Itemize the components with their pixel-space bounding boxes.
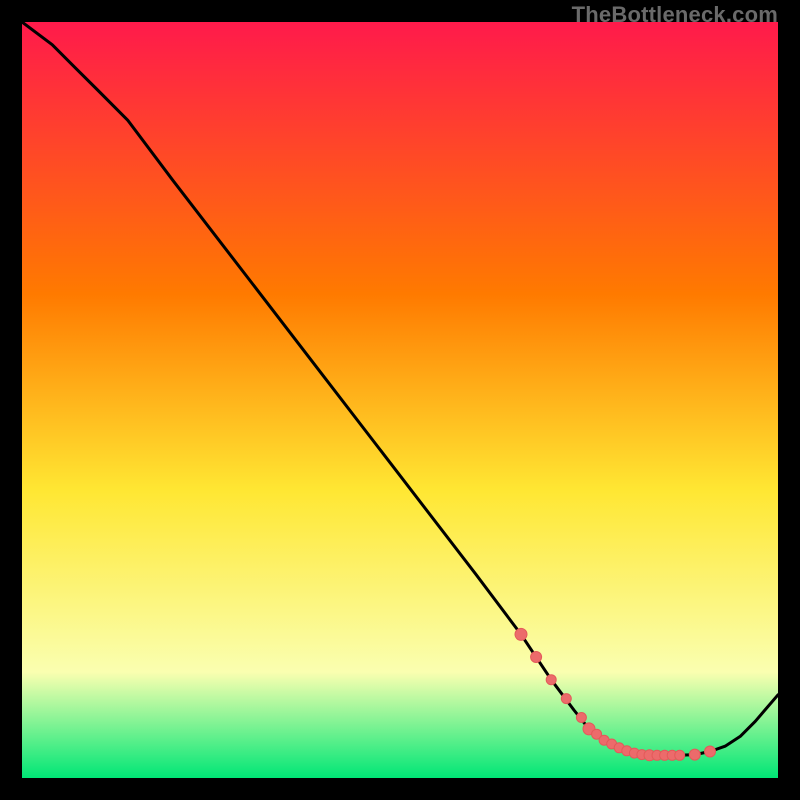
data-marker bbox=[705, 746, 716, 757]
chart-frame: TheBottleneck.com bbox=[0, 0, 800, 800]
data-marker bbox=[546, 675, 556, 685]
data-marker bbox=[689, 749, 700, 760]
gradient-background bbox=[22, 22, 778, 778]
data-marker bbox=[675, 750, 685, 760]
data-marker bbox=[515, 628, 527, 640]
data-marker bbox=[561, 694, 571, 704]
data-marker bbox=[576, 713, 586, 723]
gradient-chart bbox=[22, 22, 778, 778]
watermark-label: TheBottleneck.com bbox=[572, 2, 778, 28]
plot-area bbox=[22, 22, 778, 778]
data-marker bbox=[531, 652, 542, 663]
